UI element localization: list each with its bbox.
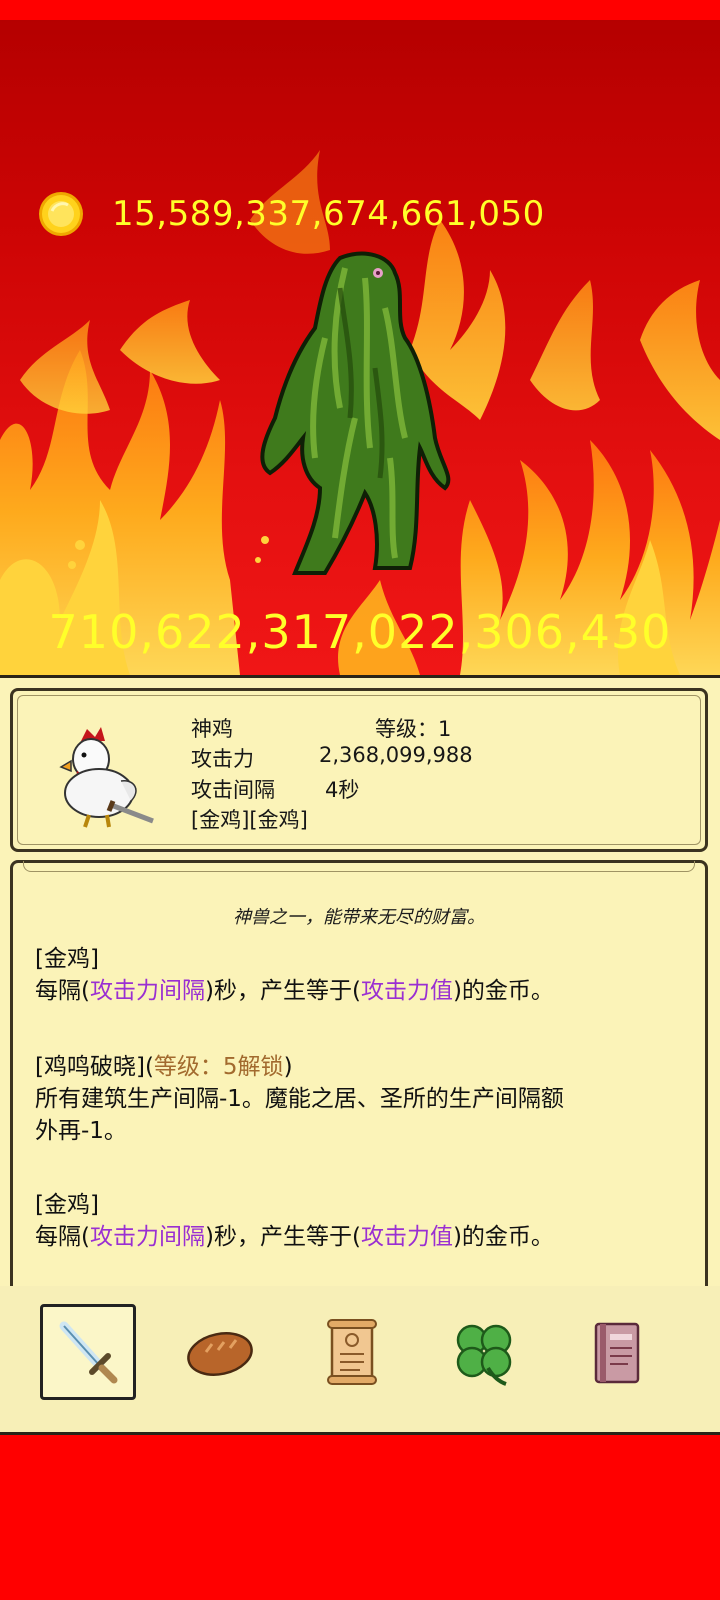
skill2-text-line1: 所有建筑生产间隔-1。魔能之居、圣所的生产间隔额 (35, 1086, 564, 1112)
hero-tagline: 神兽之一，能带来无尽的财富。 (233, 907, 485, 928)
tab-codex[interactable] (568, 1304, 664, 1400)
hero-tags: [金鸡][金鸡] (191, 808, 308, 832)
tab-quests[interactable] (304, 1304, 400, 1400)
skill2-text-line2: 外再-1。 (35, 1118, 127, 1144)
skill3-text-part: )秒，产生等于( (204, 1224, 361, 1250)
clover-icon (456, 1324, 512, 1386)
skill1-text: 每隔(攻击力间隔)秒，产生等于(攻击力值)的金币。 (35, 971, 554, 1005)
tab-weapons[interactable] (40, 1304, 136, 1400)
skill1-title: [金鸡] (35, 946, 99, 972)
attack-value: 2,368,099,988 (319, 743, 473, 767)
skill2-title: [鸡鸣破晓](等级：5解锁) (35, 1047, 293, 1081)
skill3-title: [金鸡] (35, 1192, 99, 1218)
book-icon (594, 1322, 640, 1384)
skill3-text-part: )的金币。 (452, 1224, 554, 1250)
bread-icon (187, 1332, 253, 1376)
battle-scene: 15,589,337,674,661,050 710,622,317,022,3… (0, 20, 720, 675)
skill2-name: [鸡鸣破晓]( (35, 1054, 154, 1080)
gold-coin-icon (39, 192, 83, 236)
skill2-unlock-requirement: 等级：5解锁 (153, 1054, 284, 1080)
tab-luck[interactable] (436, 1304, 532, 1400)
attack-interval-label: 攻击间隔 (191, 778, 275, 802)
hero-name: 神鸡 (191, 717, 233, 741)
skill2-close: ) (283, 1054, 293, 1080)
hero-panel: 神鸡 等级：1 攻击力 2,368,099,988 攻击间隔 4秒 [金鸡][金… (0, 675, 720, 1435)
skill1-highlight-attack: 攻击力值 (360, 978, 453, 1004)
attack-interval-value: 4秒 (325, 778, 360, 802)
hero-info-card: 神鸡 等级：1 攻击力 2,368,099,988 攻击间隔 4秒 [金鸡][金… (10, 688, 708, 852)
skill3-highlight-attack: 攻击力值 (360, 1224, 453, 1250)
skill3-highlight-interval: 攻击力间隔 (89, 1224, 205, 1250)
currency-amount: 15,589,337,674,661,050 (112, 194, 545, 234)
chicken-warrior-icon[interactable] (51, 721, 159, 831)
skill1-text-part: )秒，产生等于( (204, 978, 361, 1004)
skill3-text: 每隔(攻击力间隔)秒，产生等于(攻击力值)的金币。 (35, 1217, 554, 1251)
bottom-toolbar (0, 1286, 720, 1432)
scroll-icon (327, 1319, 377, 1385)
skill3-text-part: 每隔( (35, 1224, 90, 1250)
tab-food[interactable] (172, 1304, 268, 1400)
skill1-text-part: 每隔( (35, 978, 90, 1004)
sword-icon (59, 1321, 118, 1384)
currency-display: 15,589,337,674,661,050 (38, 190, 545, 238)
monster-hp-value: 710,622,317,022,306,430 (48, 605, 672, 659)
hero-level: 等级：1 (375, 717, 452, 741)
skill1-highlight-interval: 攻击力间隔 (89, 978, 205, 1004)
attack-label: 攻击力 (191, 747, 254, 771)
swamp-monster-sprite[interactable] (245, 248, 475, 578)
skill1-text-part: )的金币。 (452, 978, 554, 1004)
